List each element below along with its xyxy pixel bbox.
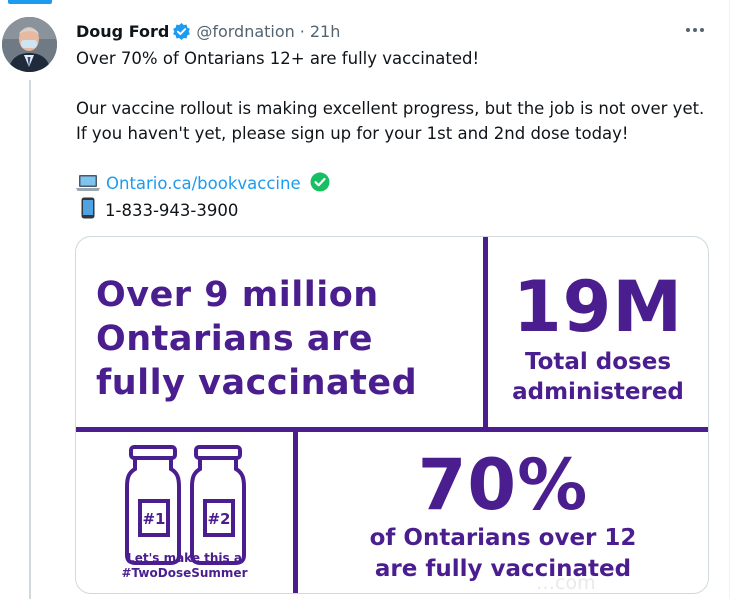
- percent-label-line: are fully vaccinated: [374, 556, 632, 582]
- total-doses-label: Total doses administered: [488, 347, 708, 407]
- tweet-link-line: Ontario.ca/bookvaccine: [76, 172, 336, 199]
- book-vaccine-link[interactable]: Ontario.ca/bookvaccine: [106, 174, 301, 193]
- two-dose-summer-caption: Let's make this a #TwoDoseSummer: [76, 551, 293, 581]
- tweet-header: Doug Ford @fordnation · 21h: [76, 20, 340, 42]
- percent-label: of Ontarians over 12 are fully vaccinate…: [298, 523, 708, 585]
- headline-text: Ontarians are: [96, 319, 373, 359]
- bottle-1-label: #1: [142, 510, 165, 528]
- author-name[interactable]: Doug Ford: [76, 22, 169, 41]
- phone-number: 1-833-943-3900: [105, 201, 239, 220]
- summer-line: Let's make this a: [127, 551, 242, 565]
- watermark: …com: [536, 572, 596, 594]
- total-doses-label-line: Total doses: [524, 349, 672, 375]
- total-doses-label-line: administered: [512, 379, 684, 405]
- author-handle[interactable]: @fordnation: [196, 22, 294, 41]
- tweet-text-line: Over 70% of Ontarians 12+ are fully vacc…: [76, 49, 480, 68]
- headline-highlight: 9 million: [204, 275, 379, 315]
- summer-line: #TwoDoseSummer: [121, 566, 248, 580]
- headline-text: fully vaccinated: [96, 363, 418, 403]
- check-mark-button-icon: [310, 172, 330, 199]
- more-options-icon[interactable]: [683, 21, 707, 39]
- nine-million-headline: Over 9 million Ontarians are fully vacci…: [96, 273, 417, 405]
- thread-line: [29, 80, 31, 599]
- avatar-photo: [2, 17, 57, 72]
- mobile-phone-icon: [81, 197, 95, 226]
- active-tab-indicator: [8, 0, 52, 4]
- divider: [76, 427, 708, 432]
- tweet-phone-line: 1-833-943-3900: [76, 197, 238, 226]
- laptop-icon: [76, 174, 100, 199]
- total-doses-number: 19M: [512, 266, 684, 348]
- timestamp[interactable]: 21h: [310, 22, 341, 41]
- tweet-text-line: If you haven't yet, please sign up for y…: [76, 124, 629, 143]
- bottle-2-label: #2: [207, 510, 230, 528]
- vaccine-bottles-icon: #1 #2: [125, 445, 246, 565]
- avatar[interactable]: [2, 17, 57, 72]
- headline-text: Over: [96, 275, 205, 315]
- top-bar: [0, 0, 730, 6]
- verified-badge-icon: [172, 22, 191, 41]
- infographic-card[interactable]: Over 9 million Ontarians are fully vacci…: [75, 236, 709, 594]
- separator-dot: ·: [299, 21, 305, 41]
- percent-label-line: of Ontarians over 12: [369, 525, 637, 551]
- tweet-text-line: Our vaccine rollout is making excellent …: [76, 99, 705, 118]
- percent-number: 70%: [417, 444, 589, 526]
